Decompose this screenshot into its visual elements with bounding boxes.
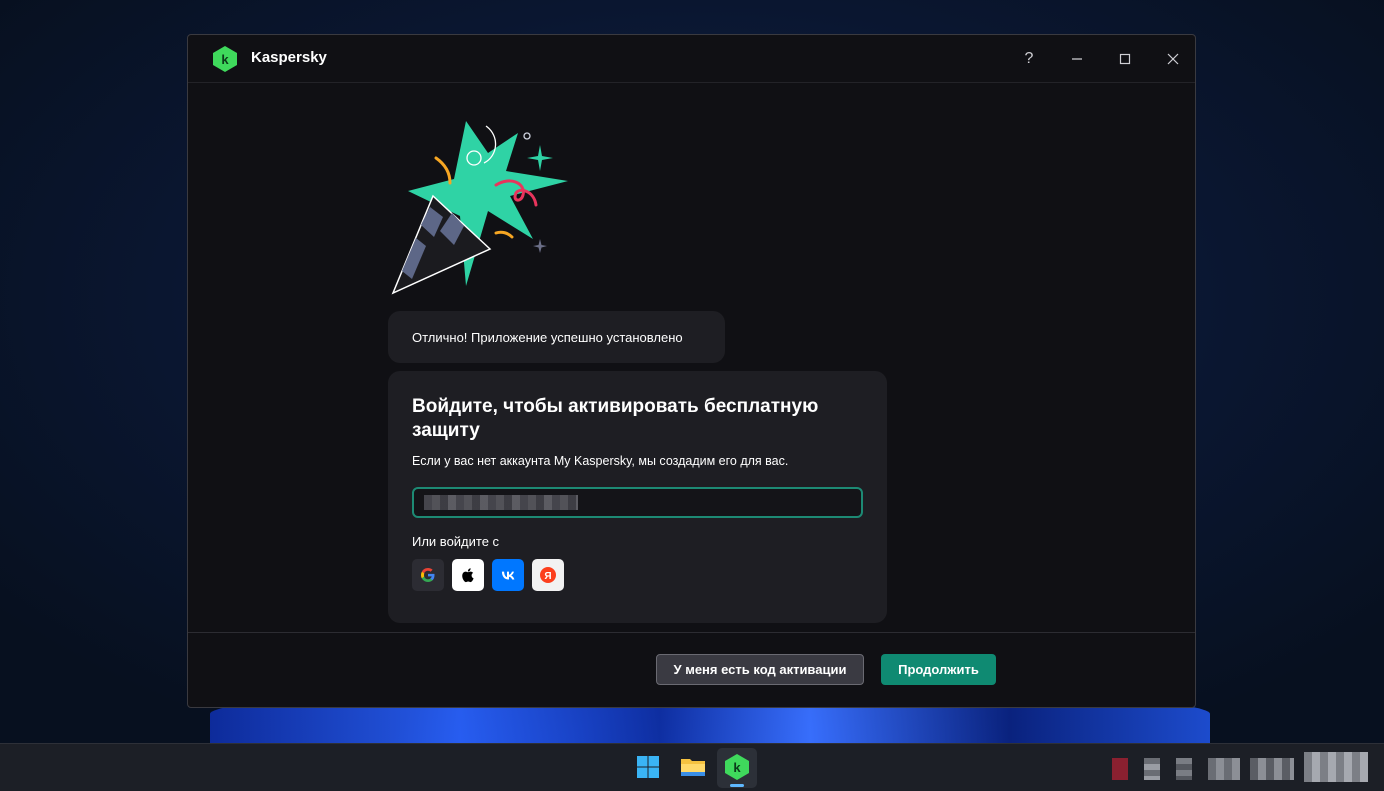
install-success-message: Отлично! Приложение успешно установлено — [388, 311, 725, 363]
tray-icon-redacted[interactable] — [1112, 758, 1128, 780]
signin-subtitle: Если у вас нет аккаунта My Kaspersky, мы… — [412, 454, 789, 468]
minimize-icon — [1072, 58, 1082, 60]
svg-text:Я: Я — [544, 571, 551, 582]
title-bar: k Kaspersky ? — [188, 35, 1195, 83]
yandex-signin-button[interactable]: Я — [532, 559, 564, 591]
help-button[interactable]: ? — [1015, 45, 1043, 73]
signin-title: Войдите, чтобы активировать бесплатную з… — [412, 396, 819, 441]
email-input[interactable] — [412, 487, 863, 518]
apple-icon — [462, 568, 474, 583]
close-icon — [1167, 53, 1179, 65]
install-success-text: Отлично! Приложение успешно установлено — [412, 330, 683, 345]
alt-signin-label: Или войдите с — [412, 534, 500, 549]
maximize-button[interactable] — [1111, 45, 1139, 73]
svg-text:k: k — [221, 52, 229, 67]
kaspersky-icon: k — [725, 754, 749, 780]
minimize-button[interactable] — [1063, 45, 1091, 73]
vk-signin-button[interactable] — [492, 559, 524, 591]
main-content: Отлично! Приложение успешно установлено … — [188, 83, 1195, 633]
tray-icon-redacted[interactable] — [1250, 758, 1294, 780]
maximize-icon — [1119, 53, 1131, 65]
windows-start-icon[interactable] — [633, 752, 663, 782]
tray-icon-redacted[interactable] — [1176, 758, 1192, 780]
vk-icon — [501, 571, 515, 580]
app-title: Kaspersky — [251, 49, 327, 66]
kaspersky-window: k Kaspersky ? Отлично! Приложение успешн… — [187, 34, 1196, 708]
taskbar: k — [0, 743, 1384, 791]
tray-icon-redacted[interactable] — [1208, 758, 1240, 780]
google-icon — [421, 568, 435, 582]
email-value-redacted — [424, 495, 578, 510]
signin-card: Войдите, чтобы активировать бесплатную з… — [388, 371, 887, 623]
tray-icon-redacted[interactable] — [1144, 758, 1160, 780]
clock-redacted[interactable] — [1304, 752, 1368, 782]
google-signin-button[interactable] — [412, 559, 444, 591]
continue-button[interactable]: Продолжить — [881, 654, 996, 685]
activation-code-button[interactable]: У меня есть код активации — [656, 654, 864, 685]
close-button[interactable] — [1159, 45, 1187, 73]
active-app-indicator — [730, 784, 744, 787]
kaspersky-logo-icon: k — [213, 46, 237, 72]
yandex-icon: Я — [540, 567, 556, 583]
apple-signin-button[interactable] — [452, 559, 484, 591]
svg-text:k: k — [733, 760, 741, 775]
footer-divider — [188, 632, 1195, 633]
kaspersky-taskbar-button[interactable]: k — [717, 748, 757, 788]
file-explorer-icon[interactable] — [678, 752, 708, 782]
party-popper-illustration — [391, 121, 568, 295]
